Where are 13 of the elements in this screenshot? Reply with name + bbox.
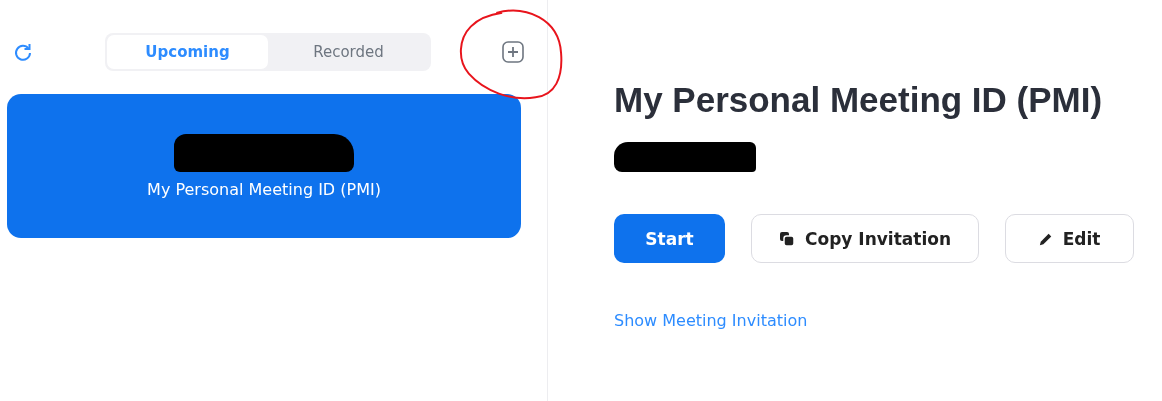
copy-button[interactable]: Copy Invitation <box>751 214 979 263</box>
show-invitation-link[interactable]: Show Meeting Invitation <box>614 311 808 330</box>
copy-icon <box>779 230 795 247</box>
meeting-title: My Personal Meeting ID (PMI) <box>147 179 381 199</box>
plus-icon[interactable] <box>501 40 525 64</box>
pencil-icon <box>1038 231 1053 246</box>
tab[interactable]: Upcoming <box>107 35 268 69</box>
meeting-heading: My Personal Meeting ID (PMI) <box>614 80 1104 120</box>
tab[interactable]: Recorded <box>268 35 429 69</box>
edit-button[interactable]: Edit <box>1005 214 1134 263</box>
refresh-icon[interactable] <box>13 42 33 62</box>
start-button[interactable]: Start <box>614 214 725 263</box>
meeting-card[interactable]: My Personal Meeting ID (PMI) <box>7 94 521 238</box>
